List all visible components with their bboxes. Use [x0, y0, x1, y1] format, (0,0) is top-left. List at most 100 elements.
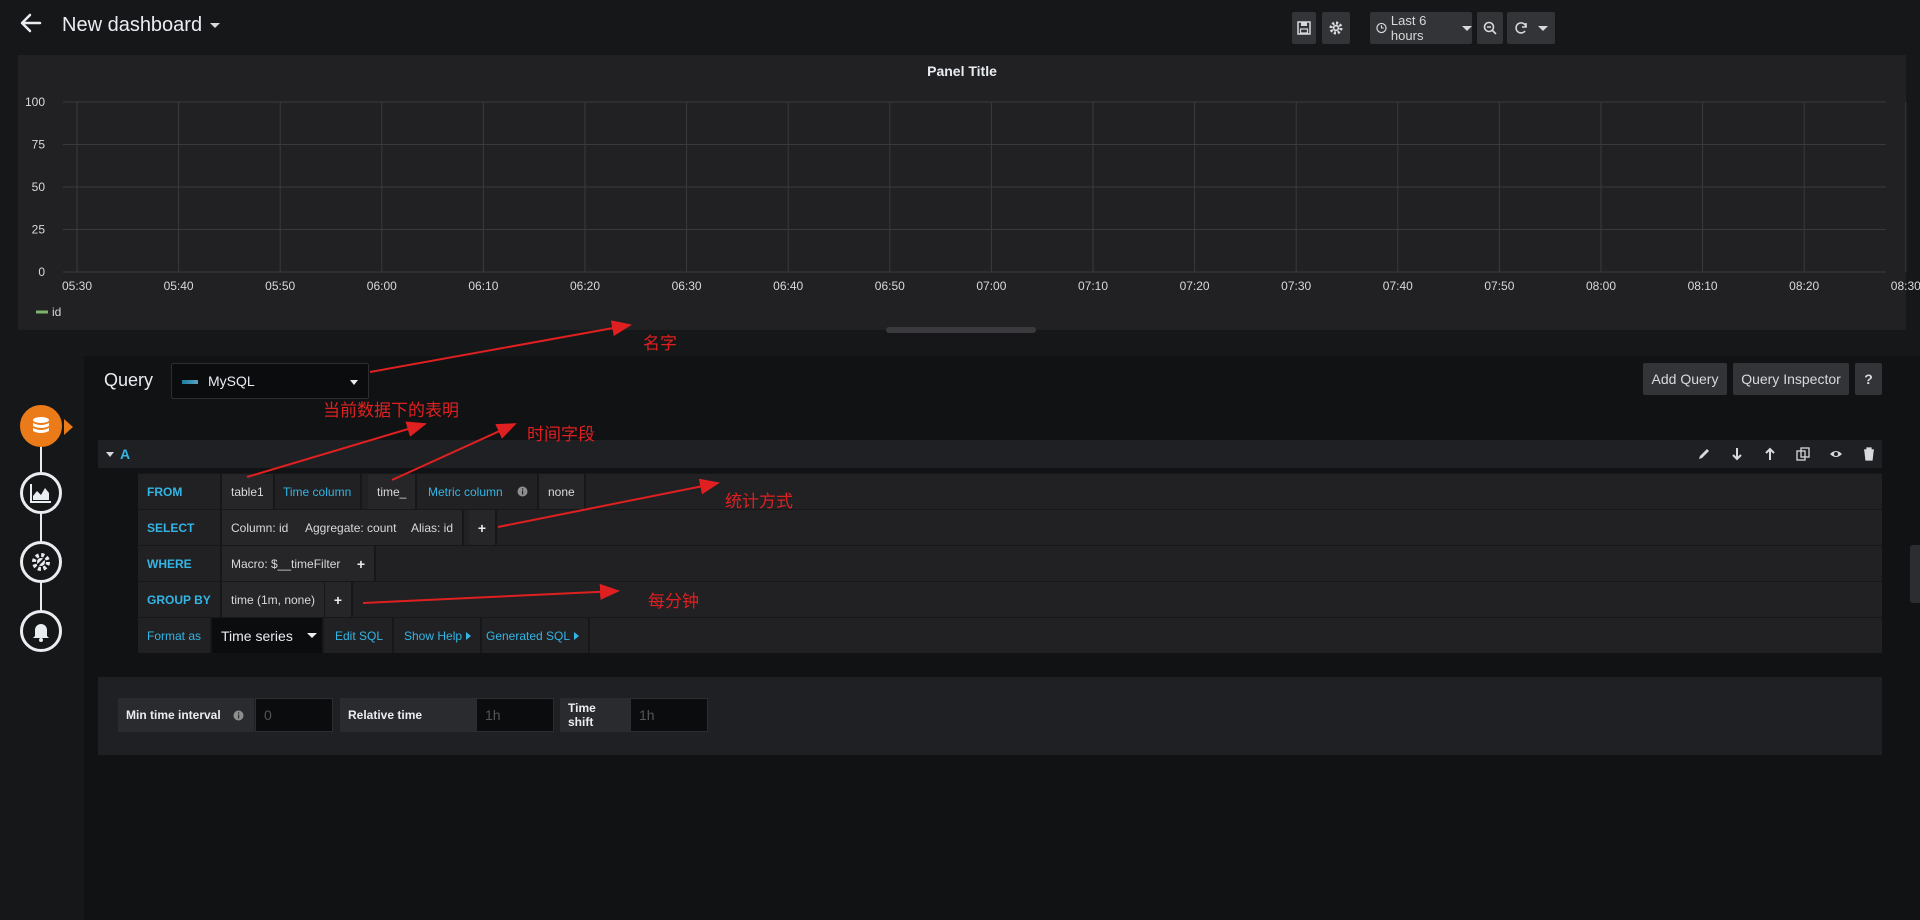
arrow-up-icon[interactable]	[1763, 447, 1777, 461]
pencil-icon[interactable]	[1697, 447, 1711, 461]
relative-time-label: Relative time	[340, 698, 476, 732]
add-where-button[interactable]: +	[348, 546, 376, 581]
x-tick-label: 07:10	[1078, 279, 1108, 293]
y-tick-label: 75	[32, 138, 46, 152]
eye-icon[interactable]	[1829, 447, 1843, 461]
format-select-value: Time series	[221, 627, 293, 644]
nav-alert-tab[interactable]	[20, 610, 62, 652]
relative-time-input[interactable]: 1h	[476, 698, 554, 732]
annotation-per-minute: 每分钟	[648, 592, 699, 611]
x-tick-label: 06:50	[875, 279, 905, 293]
group-by-row: GROUP BY time (1m, none) +	[138, 581, 1882, 617]
group-by-keyword: GROUP BY	[138, 582, 222, 617]
select-aggregate-part[interactable]: Aggregate: count	[296, 510, 408, 545]
x-tick-label: 08:10	[1688, 279, 1718, 293]
x-tick-label: 08:20	[1789, 279, 1819, 293]
generated-sql-button[interactable]: Generated SQL	[477, 618, 591, 653]
caret-right-icon	[466, 631, 472, 640]
add-select-button[interactable]: +	[469, 510, 497, 545]
x-tick-label: 05:30	[62, 279, 92, 293]
min-time-interval-text: Min time interval	[126, 708, 221, 722]
query-row-header[interactable]	[98, 440, 1882, 468]
collapse-chevron-icon[interactable]	[106, 452, 114, 457]
nav-queries-tab[interactable]	[20, 405, 62, 447]
x-tick-label: 07:50	[1484, 279, 1514, 293]
x-tick-label: 07:20	[1180, 279, 1210, 293]
x-tick-label: 05:40	[164, 279, 194, 293]
panel-resize-handle[interactable]	[886, 327, 1036, 333]
from-keyword: FROM	[138, 474, 222, 509]
chevron-down-icon	[306, 633, 317, 638]
annotation-name: 名字	[643, 334, 677, 353]
help-button[interactable]: ?	[1855, 363, 1882, 395]
select-alias-part[interactable]: Alias: id	[402, 510, 465, 545]
chevron-down-icon	[350, 380, 358, 385]
edit-sql-button[interactable]: Edit SQL	[326, 618, 395, 653]
annotation-table-desc: 当前数据下的表明	[323, 401, 459, 420]
annotation-time-field: 时间字段	[527, 425, 595, 444]
duplicate-icon[interactable]	[1796, 447, 1810, 461]
nav-connector-line	[40, 430, 42, 630]
where-row: WHERE Macro: $__timeFilter +	[138, 545, 1882, 581]
info-icon	[517, 486, 528, 497]
nav-general-tab[interactable]	[20, 541, 62, 583]
generated-sql-text: Generated SQL	[486, 628, 571, 643]
metric-column-select[interactable]: none	[539, 474, 586, 509]
annotation-stat-method: 统计方式	[725, 492, 793, 511]
time-shift-input[interactable]: 1h	[630, 698, 708, 732]
select-keyword: SELECT	[138, 510, 222, 545]
nav-visualization-tab[interactable]	[20, 472, 62, 514]
x-tick-label: 06:20	[570, 279, 600, 293]
wrench-gear-icon	[32, 553, 50, 571]
from-row: FROM table1 Time column time_ Metric col…	[138, 473, 1882, 509]
x-tick-label: 08:00	[1586, 279, 1616, 293]
datasource-select[interactable]: MySQL	[171, 363, 369, 399]
y-tick-label: 0	[38, 265, 45, 279]
x-tick-label: 06:00	[367, 279, 397, 293]
metric-column-label: Metric column	[419, 474, 539, 509]
x-tick-label: 08:30	[1891, 279, 1920, 293]
trash-icon[interactable]	[1862, 447, 1876, 461]
active-tab-pointer-icon	[64, 419, 73, 435]
query-ref-id[interactable]: A	[120, 446, 130, 462]
time-column-label: Time column	[274, 474, 363, 509]
show-help-text: Show Help	[404, 628, 463, 643]
y-tick-label: 25	[32, 223, 46, 237]
mysql-logo-icon	[182, 380, 198, 384]
arrow-down-icon[interactable]	[1730, 447, 1744, 461]
datasource-name: MySQL	[208, 373, 255, 389]
where-macro-part[interactable]: Macro: $__timeFilter	[222, 546, 352, 581]
select-row: SELECT Column: id Aggregate: count Alias…	[138, 509, 1882, 545]
format-select[interactable]: Time series	[212, 618, 324, 653]
min-time-interval-input[interactable]: 0	[255, 698, 333, 732]
x-tick-label: 07:30	[1281, 279, 1311, 293]
min-time-interval-label: Min time interval	[118, 698, 254, 732]
x-tick-label: 05:50	[265, 279, 295, 293]
select-column-part[interactable]: Column: id	[222, 510, 300, 545]
x-tick-label: 06:10	[468, 279, 498, 293]
bell-icon	[33, 624, 49, 642]
query-heading: Query	[104, 370, 154, 390]
legend-label: id	[52, 305, 61, 319]
format-as-label: Format as	[138, 618, 212, 653]
query-inspector-button[interactable]: Query Inspector	[1733, 363, 1849, 395]
info-icon	[233, 710, 244, 720]
side-drawer-handle[interactable]	[1910, 545, 1920, 603]
time-shift-label: Time shift	[560, 698, 630, 732]
x-tick-label: 06:40	[773, 279, 803, 293]
x-tick-label: 07:00	[976, 279, 1006, 293]
metric-column-label-text: Metric column	[428, 484, 503, 499]
caret-right-icon	[574, 631, 580, 640]
group-by-part[interactable]: time (1m, none)	[222, 582, 327, 617]
x-tick-label: 07:40	[1383, 279, 1413, 293]
y-tick-label: 100	[25, 95, 45, 109]
show-help-button[interactable]: Show Help	[395, 618, 483, 653]
format-row: Format as Time series Edit SQL Show Help…	[138, 617, 1882, 653]
add-query-button[interactable]: Add Query	[1643, 363, 1727, 395]
add-group-by-button[interactable]: +	[325, 582, 353, 617]
database-icon	[33, 417, 49, 433]
table-select[interactable]: table1	[222, 474, 275, 509]
where-keyword: WHERE	[138, 546, 222, 581]
time-column-select[interactable]: time_	[368, 474, 418, 509]
area-chart-icon	[30, 484, 51, 503]
